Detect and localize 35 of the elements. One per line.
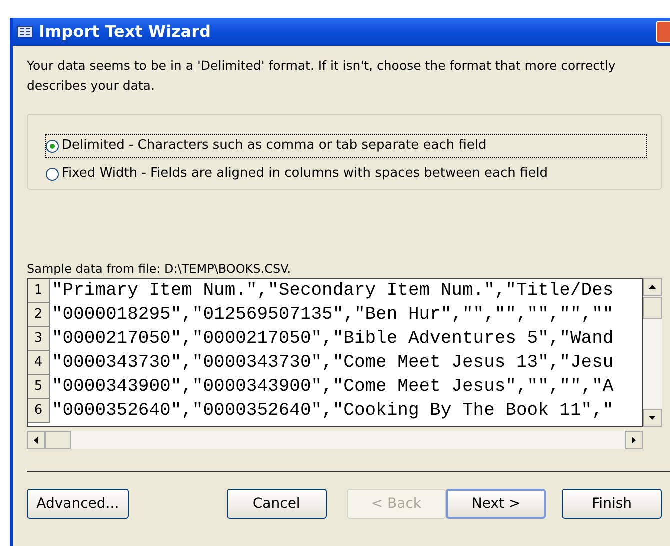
format-radio[interactable]: Fixed Width - Fields are aligned in columns with spaces between each field xyxy=(46,163,643,185)
sample-row-text: "0000343730","0000343730","Come Meet Jesus 13","Jesu xyxy=(51,352,614,375)
sample-row-text: "0000217050","0000217050","Bible Adventures 5","Wand xyxy=(51,328,614,351)
sample-row-text: "Primary Item Num.","Secondary Item Num.","Title/Des xyxy=(51,280,614,303)
sample-row-text: "0000343900","0000343900","Come Meet Jesus","","","A xyxy=(51,376,614,399)
wizard-button[interactable]: Cancel xyxy=(226,489,327,519)
scroll-up-button[interactable] xyxy=(643,278,662,296)
sample-row-text: "0000352640","0000352640","Cooking By The Book 11"," xyxy=(51,400,614,423)
up-arrow-icon xyxy=(649,285,656,289)
row-number: 2 xyxy=(28,303,50,327)
scroll-thumb[interactable] xyxy=(643,297,662,319)
left-arrow-icon xyxy=(34,436,38,444)
close-button[interactable] xyxy=(656,21,670,43)
scroll-down-button[interactable] xyxy=(643,409,662,427)
right-arrow-icon xyxy=(632,436,636,444)
format-radio[interactable]: Delimited - Characters such as comma or tab separate each field xyxy=(46,135,646,157)
down-arrow-icon xyxy=(649,416,656,420)
vertical-scrollbar[interactable] xyxy=(643,278,662,427)
window-title: Import Text Wizard xyxy=(39,21,212,43)
wizard-button[interactable]: Next > xyxy=(446,489,546,519)
horizontal-scrollbar[interactable] xyxy=(27,431,643,449)
scroll-right-button[interactable] xyxy=(625,431,643,449)
intro-text: Your data seems to be in a 'Delimited' format. If it isn't, choose the format that more correctly describes your data. xyxy=(27,57,617,95)
sample-label: Sample data from file: D:\TEMP\BOOKS.CSV. xyxy=(27,262,292,276)
advanced-button[interactable]: Advanced... xyxy=(27,489,129,519)
window-icon xyxy=(17,26,33,38)
row-number: 3 xyxy=(28,327,50,351)
row-number: 5 xyxy=(28,375,50,399)
scroll-thumb[interactable] xyxy=(45,431,71,449)
row-number: 1 xyxy=(28,279,50,303)
scroll-left-button[interactable] xyxy=(27,431,45,449)
row-number: 4 xyxy=(28,351,50,375)
wizard-button[interactable]: Finish xyxy=(562,489,662,519)
sample-row-text: "0000018295","012569507135","Ben Hur","","","","","" xyxy=(51,304,614,327)
row-number: 6 xyxy=(28,399,50,423)
